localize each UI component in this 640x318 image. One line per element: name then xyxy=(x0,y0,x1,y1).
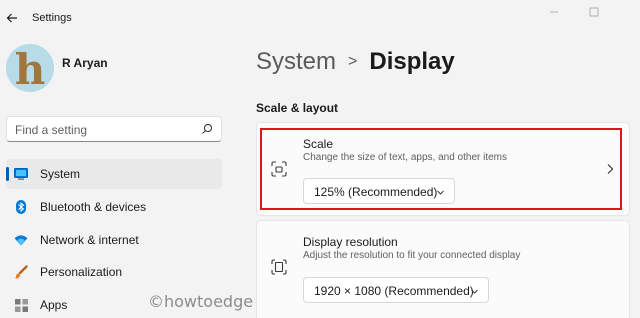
breadcrumb: System > Display xyxy=(256,46,455,78)
bluetooth-icon xyxy=(14,200,28,214)
minimize-icon xyxy=(550,11,558,13)
wifi-icon xyxy=(14,233,28,247)
minimize-button[interactable] xyxy=(546,4,562,20)
avatar[interactable]: h xyxy=(6,44,54,92)
sidebar-item-network[interactable]: Network & internet xyxy=(6,225,222,255)
search-input[interactable]: Find a setting xyxy=(6,116,222,142)
watermark: ©howtoedge xyxy=(148,292,254,311)
search-icon[interactable] xyxy=(201,123,213,135)
apps-icon xyxy=(14,298,28,312)
app-title: Settings xyxy=(32,12,72,24)
sidebar-item-label: System xyxy=(40,167,81,181)
sidebar-item-system[interactable]: System xyxy=(6,159,222,189)
paintbrush-icon xyxy=(14,265,28,279)
title-bar: Settings xyxy=(0,0,640,36)
arrow-left-icon xyxy=(6,13,17,23)
chevron-down-icon xyxy=(471,289,478,294)
resolution-dropdown[interactable]: 1920 × 1080 (Recommended) xyxy=(303,277,489,303)
resolution-dropdown-value: 1920 × 1080 (Recommended) xyxy=(314,284,474,298)
highlight-box xyxy=(260,128,622,210)
breadcrumb-separator: > xyxy=(348,53,358,70)
resolution-card[interactable]: Display resolution Adjust the resolution… xyxy=(256,220,630,318)
back-button[interactable] xyxy=(2,8,22,28)
avatar-letter: h xyxy=(15,45,46,92)
sidebar-item-label: Bluetooth & devices xyxy=(40,200,147,214)
avatar-image: h xyxy=(6,44,54,92)
monitor-icon xyxy=(14,167,28,181)
sidebar-item-label: Network & internet xyxy=(40,233,139,247)
active-indicator xyxy=(6,167,9,181)
sidebar-item-personalization[interactable]: Personalization xyxy=(6,257,222,287)
sidebar-item-label: Personalization xyxy=(40,265,123,279)
maximize-button[interactable] xyxy=(586,4,602,20)
breadcrumb-parent[interactable]: System xyxy=(256,48,336,76)
page-title: Display xyxy=(369,48,455,75)
search-placeholder: Find a setting xyxy=(15,123,88,137)
sidebar-item-bluetooth[interactable]: Bluetooth & devices xyxy=(6,192,222,222)
resolution-description: Adjust the resolution to fit your connec… xyxy=(303,250,521,261)
sidebar: h R Aryan Find a setting System Bluetoot… xyxy=(0,36,232,318)
maximize-icon xyxy=(589,7,599,17)
sidebar-item-label: Apps xyxy=(40,298,68,312)
resolution-title: Display resolution xyxy=(303,235,398,249)
resolution-icon xyxy=(271,259,287,275)
user-name: R Aryan xyxy=(62,56,108,70)
section-heading: Scale & layout xyxy=(256,101,339,115)
